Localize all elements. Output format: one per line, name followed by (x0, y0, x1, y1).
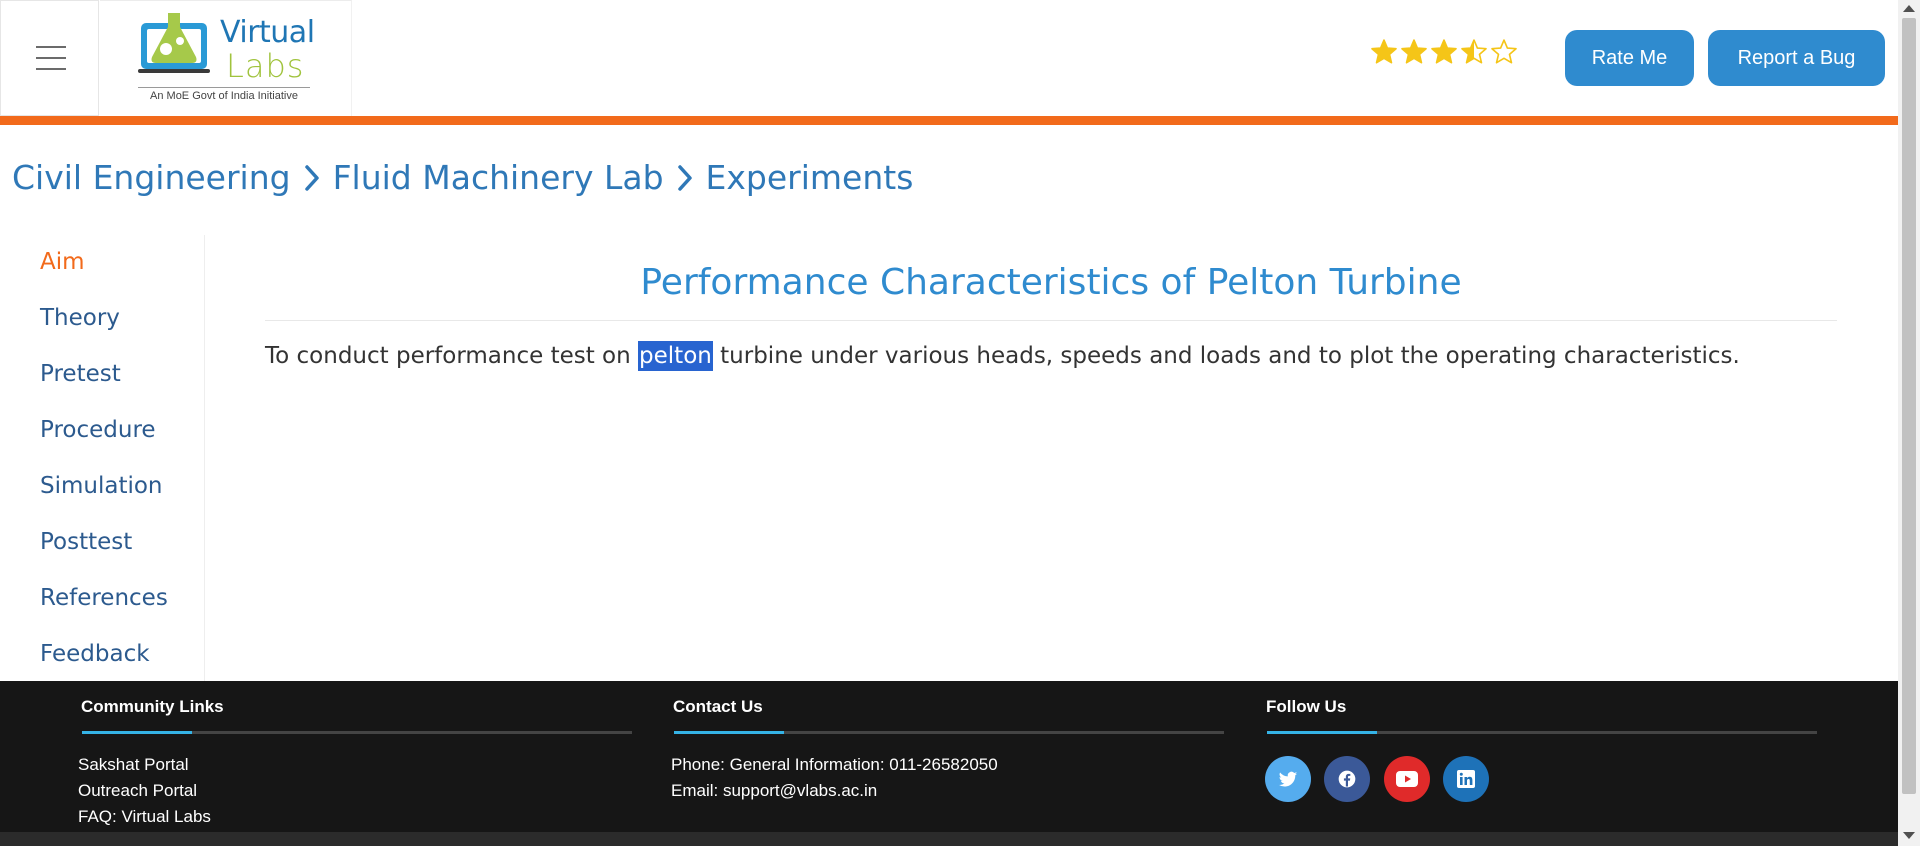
star-full-icon[interactable] (1370, 38, 1398, 66)
linkedin-icon[interactable] (1443, 756, 1489, 802)
rate-me-button[interactable]: Rate Me (1565, 30, 1694, 86)
page-scrollbar[interactable] (1898, 0, 1920, 846)
hamburger-menu-button[interactable] (0, 0, 99, 116)
aim-text-before: To conduct performance test on (265, 343, 639, 369)
footer-heading-community: Community Links (81, 697, 224, 716)
virtual-labs-logo[interactable]: Virtual Labs An MoE Govt of India Initia… (100, 0, 352, 116)
sidebar-item-aim[interactable]: Aim (40, 249, 85, 275)
footer-divider (674, 731, 1224, 734)
top-navbar: Virtual Labs An MoE Govt of India Initia… (0, 0, 1898, 116)
logo-word-virtual: Virtual (220, 15, 315, 50)
sidebar-item-pretest[interactable]: Pretest (40, 361, 121, 387)
facebook-icon[interactable] (1324, 756, 1370, 802)
star-rating[interactable] (1370, 38, 1518, 72)
footer-contact-email[interactable]: Email: support@vlabs.ac.in (671, 781, 877, 801)
sidebar-item-posttest[interactable]: Posttest (40, 529, 132, 555)
chevron-right-icon (677, 164, 692, 191)
footer-heading-contact: Contact Us (673, 697, 763, 716)
aim-text: To conduct performance test on pelton tu… (265, 341, 1740, 371)
report-bug-button[interactable]: Report a Bug (1708, 30, 1885, 86)
chevron-right-icon (304, 164, 319, 191)
star-full-icon[interactable] (1400, 38, 1428, 66)
footer: Community Links Sakshat Portal Outreach … (0, 681, 1898, 846)
scrollbar-thumb[interactable] (1902, 18, 1916, 794)
footer-divider (82, 731, 632, 734)
breadcrumb: Civil Engineering Fluid Machinery Lab Ex… (12, 158, 913, 197)
footer-link-faq[interactable]: FAQ: Virtual Labs (78, 807, 211, 827)
logo-word-labs: Labs (226, 47, 305, 85)
star-full-icon[interactable] (1430, 38, 1458, 66)
breadcrumb-fluid-machinery-lab[interactable]: Fluid Machinery Lab (333, 158, 664, 197)
logo-tagline: An MoE Govt of India Initiative (138, 87, 310, 102)
star-half-icon[interactable] (1460, 38, 1488, 66)
aim-text-after: turbine under various heads, speeds and … (712, 343, 1740, 369)
footer-link-sakshat[interactable]: Sakshat Portal (78, 755, 189, 775)
scroll-down-arrow-icon[interactable] (1903, 832, 1915, 839)
scroll-up-arrow-icon[interactable] (1903, 5, 1915, 12)
footer-bottom-bar (0, 832, 1898, 846)
experiment-sidebar: Aim Theory Pretest Procedure Simulation … (0, 235, 205, 681)
title-divider (265, 320, 1837, 321)
footer-contact-phone: Phone: General Information: 011-26582050 (671, 755, 998, 774)
breadcrumb-civil-engineering[interactable]: Civil Engineering (12, 158, 291, 197)
footer-divider (1267, 731, 1817, 734)
twitter-icon[interactable] (1265, 756, 1311, 802)
footer-link-outreach[interactable]: Outreach Portal (78, 781, 197, 801)
youtube-icon[interactable] (1384, 756, 1430, 802)
breadcrumb-experiments[interactable]: Experiments (706, 158, 914, 197)
accent-divider (0, 116, 1898, 125)
sidebar-item-procedure[interactable]: Procedure (40, 417, 156, 443)
flask-laptop-logo-icon (138, 13, 210, 73)
sidebar-item-references[interactable]: References (40, 585, 168, 611)
sidebar-item-theory[interactable]: Theory (40, 305, 120, 331)
footer-heading-follow: Follow Us (1266, 697, 1347, 716)
star-empty-icon[interactable] (1490, 38, 1518, 66)
page-title: Performance Characteristics of Pelton Tu… (640, 262, 1462, 303)
sidebar-item-simulation[interactable]: Simulation (40, 473, 163, 499)
sidebar-item-feedback[interactable]: Feedback (40, 641, 150, 667)
selected-text: pelton (638, 341, 713, 371)
